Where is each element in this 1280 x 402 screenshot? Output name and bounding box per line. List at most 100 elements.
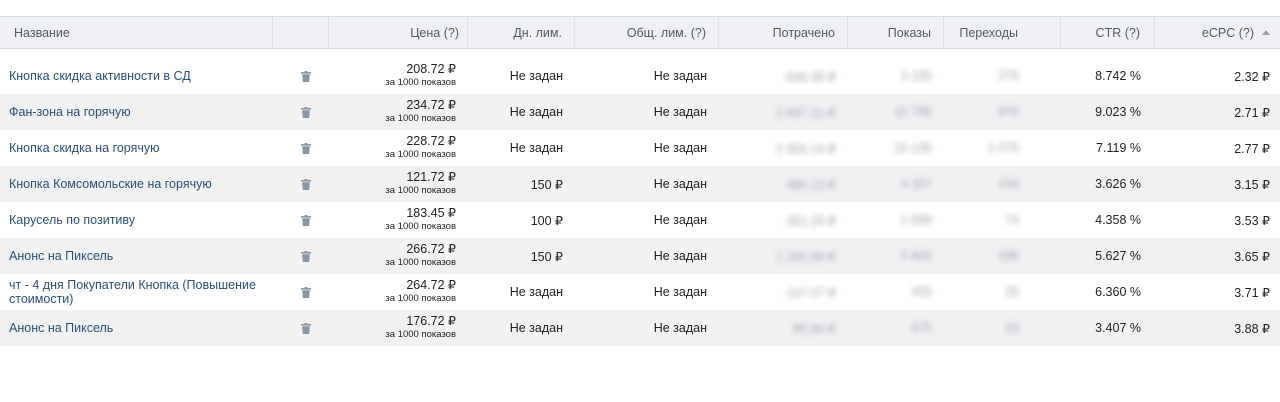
campaign-name-link[interactable]: Фан-зона на горячую <box>9 105 131 119</box>
trash-icon[interactable] <box>301 322 311 334</box>
views-value: 3 100 <box>900 69 932 83</box>
total-limit-cell[interactable]: Не задан <box>575 274 719 310</box>
ctr-cell: 3.626 % <box>1061 166 1155 202</box>
header-spent[interactable]: Потрачено <box>719 17 848 48</box>
daily-limit-value: Не задан <box>509 321 563 335</box>
spent-value: 2 637.21 ₽ <box>775 105 836 120</box>
spent-cell: 2 956.14 ₽ <box>719 130 848 166</box>
campaign-name-cell: Кнопка Комсомольские на горячую <box>0 166 273 202</box>
ctr-value: 7.119 % <box>1096 141 1141 155</box>
daily-limit-value: Не задан <box>509 141 563 155</box>
views-value: 4 207 <box>900 177 932 191</box>
trash-icon[interactable] <box>301 70 311 82</box>
spent-cell: 1 205.59 ₽ <box>719 238 848 274</box>
trash-icon[interactable] <box>301 106 311 118</box>
price-value: 176.72 ₽ <box>406 314 456 328</box>
ctr-value: 5.627 % <box>1095 249 1141 263</box>
header-daily-limit-label: Дн. лим. <box>513 25 562 40</box>
clicks-value: 1 075 <box>987 141 1019 155</box>
total-limit-cell[interactable]: Не задан <box>575 310 719 346</box>
price-cell: 264.72 ₽ за 1000 показов <box>329 274 468 310</box>
header-price[interactable]: Цена (?) <box>329 17 468 48</box>
header-clicks[interactable]: Переходы <box>944 17 1061 48</box>
daily-limit-cell[interactable]: 100 ₽ <box>468 202 575 238</box>
header-actions <box>273 17 329 48</box>
campaign-name-link[interactable]: чт - 4 дня Покупатели Кнопка (Повышение … <box>9 278 265 306</box>
header-views[interactable]: Показы <box>848 17 944 48</box>
trash-icon[interactable] <box>301 214 311 226</box>
trash-icon[interactable] <box>301 142 311 154</box>
clicks-cell: 74 <box>944 202 1061 238</box>
campaign-name-cell: Фан-зона на горячую <box>0 94 273 130</box>
header-ecpc[interactable]: eCPC (?) <box>1155 17 1280 48</box>
campaign-name-link[interactable]: Кнопка скидка активности в СД <box>9 69 191 83</box>
header-clicks-label: Переходы <box>959 25 1018 40</box>
daily-limit-cell[interactable]: Не задан <box>468 58 575 94</box>
ecpc-cell: 3.15 ₽ <box>1155 166 1280 202</box>
price-subtitle: за 1000 показов <box>385 113 456 124</box>
campaign-name-link[interactable]: Кнопка Комсомольские на горячую <box>9 177 212 191</box>
price-value: 183.45 ₽ <box>406 206 456 220</box>
price-value: 121.72 ₽ <box>406 170 456 184</box>
daily-limit-value: Не задан <box>509 105 563 119</box>
table-row: чт - 4 дня Покупатели Кнопка (Повышение … <box>0 274 1280 310</box>
daily-limit-cell[interactable]: Не задан <box>468 94 575 130</box>
table-row: Кнопка скидка на горячую 228.72 ₽ за 100… <box>0 130 1280 166</box>
daily-limit-cell[interactable]: Не задан <box>468 274 575 310</box>
header-ctr[interactable]: CTR (?) <box>1061 17 1155 48</box>
views-value: 455 <box>911 285 932 299</box>
table-row: Фан-зона на горячую 234.72 ₽ за 1000 пок… <box>0 94 1280 130</box>
total-limit-cell[interactable]: Не задан <box>575 58 719 94</box>
campaign-name-link[interactable]: Анонс на Пиксель <box>9 321 113 335</box>
ecpc-cell: 3.88 ₽ <box>1155 310 1280 346</box>
ctr-value: 3.626 % <box>1095 177 1141 191</box>
views-cell: 4 207 <box>848 166 944 202</box>
campaign-name-link[interactable]: Анонс на Пиксель <box>9 249 113 263</box>
trash-icon[interactable] <box>301 286 311 298</box>
header-total-limit[interactable]: Общ. лим. (?) <box>575 17 719 48</box>
ecpc-cell: 3.71 ₽ <box>1155 274 1280 310</box>
ctr-value: 3.407 % <box>1095 321 1141 335</box>
daily-limit-cell[interactable]: Не задан <box>468 310 575 346</box>
campaign-name-cell: Кнопка скидка на горячую <box>0 130 273 166</box>
views-value: 5 820 <box>900 249 932 263</box>
ecpc-cell: 2.71 ₽ <box>1155 94 1280 130</box>
views-cell: 10 756 <box>848 94 944 130</box>
total-limit-cell[interactable]: Не задан <box>575 166 719 202</box>
clicks-cell: 970 <box>944 94 1061 130</box>
campaign-name-link[interactable]: Карусель по позитиву <box>9 213 135 227</box>
trash-icon[interactable] <box>301 178 311 190</box>
spent-cell: 648.38 ₽ <box>719 58 848 94</box>
table-row: Анонс на Пиксель 266.72 ₽ за 1000 показо… <box>0 238 1280 274</box>
delete-cell <box>273 94 329 130</box>
price-subtitle: за 1000 показов <box>385 77 456 88</box>
total-limit-cell[interactable]: Не задан <box>575 238 719 274</box>
daily-limit-cell[interactable]: 150 ₽ <box>468 238 575 274</box>
ctr-cell: 3.407 % <box>1061 310 1155 346</box>
total-limit-cell[interactable]: Не задан <box>575 94 719 130</box>
daily-limit-cell[interactable]: Не задан <box>468 130 575 166</box>
total-limit-value: Не задан <box>653 105 707 119</box>
daily-limit-cell[interactable]: 150 ₽ <box>468 166 575 202</box>
header-ecpc-label: eCPC (?) <box>1201 25 1254 40</box>
total-limit-value: Не задан <box>653 69 707 83</box>
price-cell: 228.72 ₽ за 1000 показов <box>329 130 468 166</box>
spent-value: 2 956.14 ₽ <box>775 141 836 156</box>
daily-limit-value: 100 ₽ <box>530 213 563 228</box>
clicks-value: 23 <box>1005 321 1019 335</box>
header-daily-limit[interactable]: Дн. лим. <box>468 17 575 48</box>
spent-value: 490.13 ₽ <box>786 177 836 192</box>
total-limit-value: Не задан <box>653 321 707 335</box>
clicks-value: 330 <box>998 249 1019 263</box>
total-limit-cell[interactable]: Не задан <box>575 202 719 238</box>
price-cell: 234.72 ₽ за 1000 показов <box>329 94 468 130</box>
header-name[interactable]: Название <box>0 17 273 48</box>
views-cell: 675 <box>848 310 944 346</box>
total-limit-value: Не задан <box>653 141 707 155</box>
campaign-name-link[interactable]: Кнопка скидка на горячую <box>9 141 160 155</box>
price-cell: 176.72 ₽ за 1000 показов <box>329 310 468 346</box>
spent-cell: 2 637.21 ₽ <box>719 94 848 130</box>
trash-icon[interactable] <box>301 250 311 262</box>
total-limit-cell[interactable]: Не задан <box>575 130 719 166</box>
sort-ascending-icon[interactable] <box>1262 30 1270 35</box>
